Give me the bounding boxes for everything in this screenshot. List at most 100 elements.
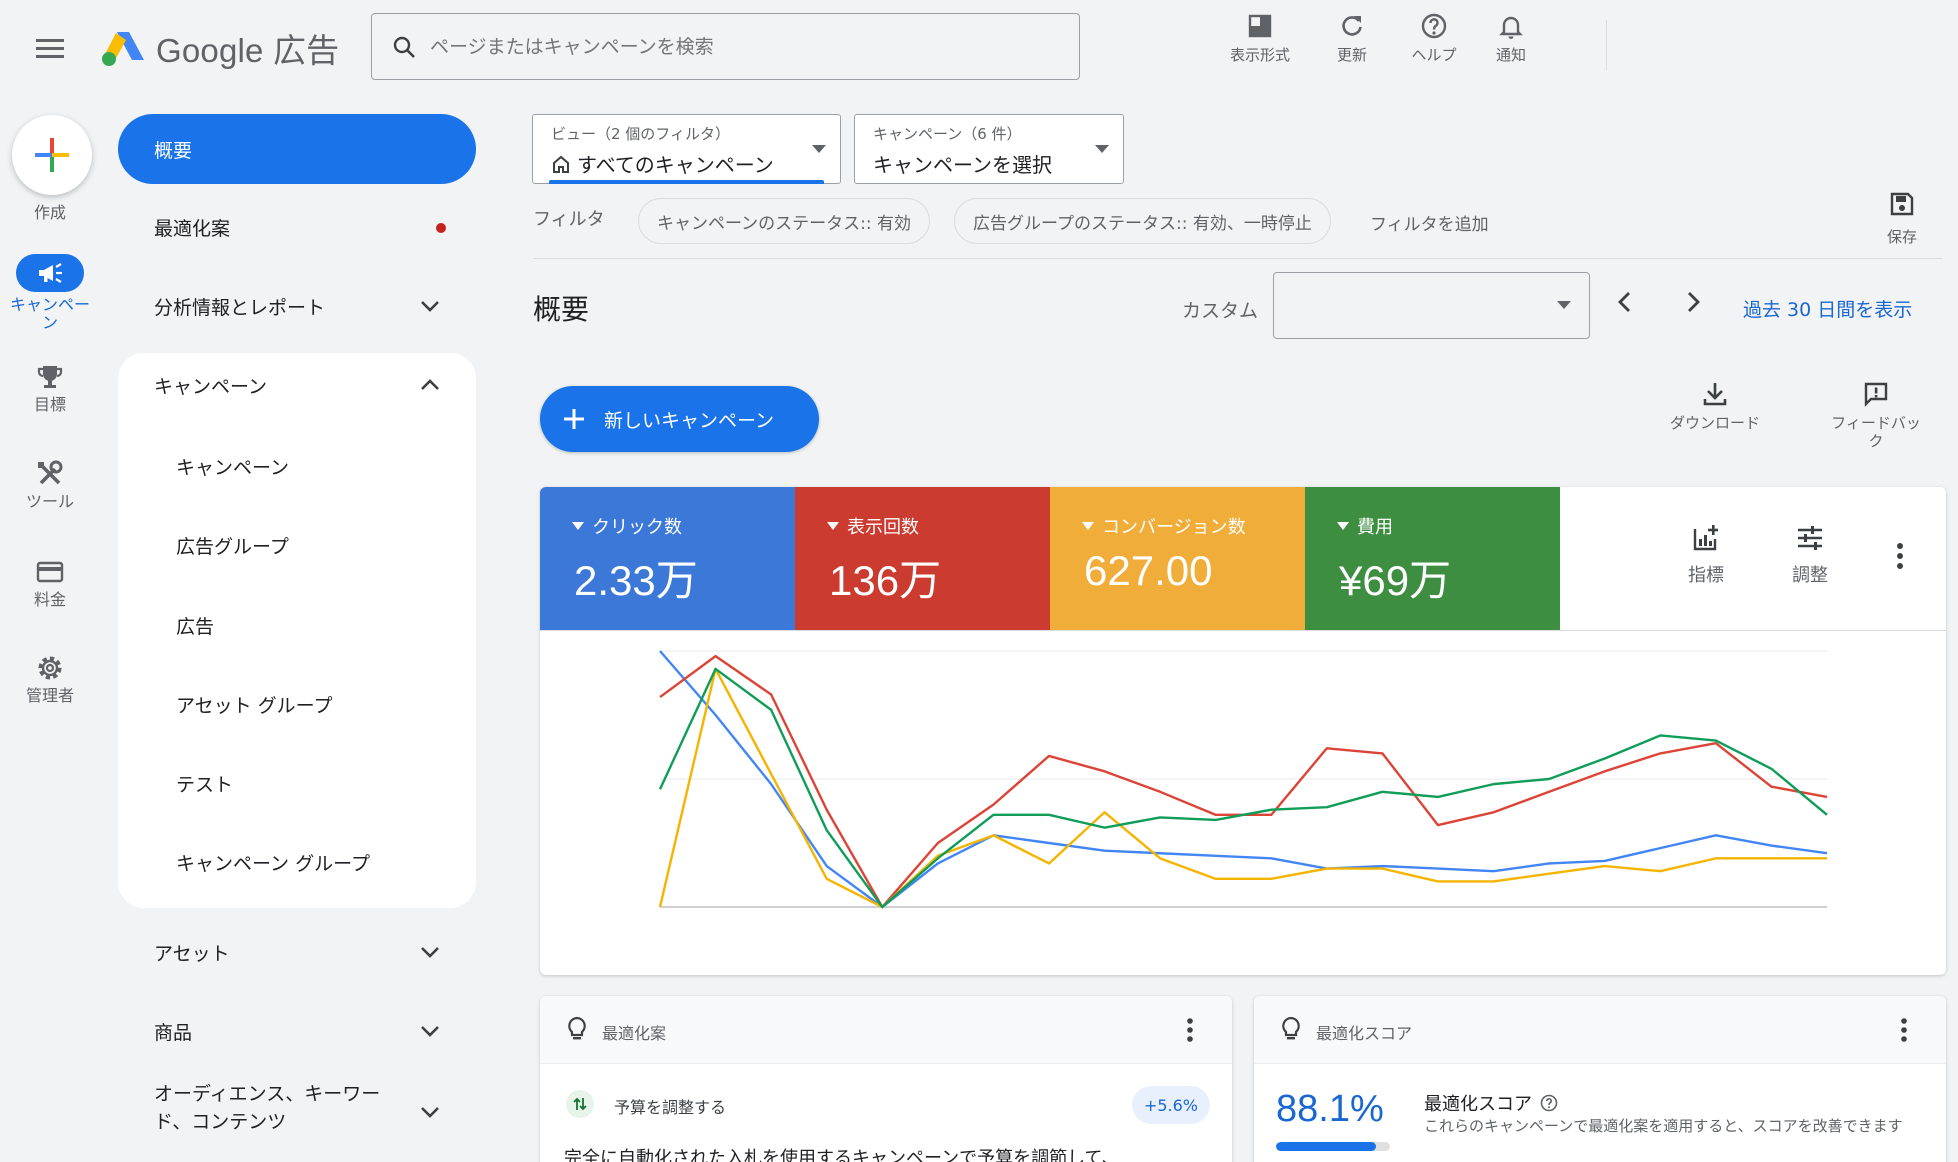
rail-item-campaigns[interactable]: キャンペーン <box>0 254 100 332</box>
page-title: 概要 <box>533 293 590 326</box>
rail-label-goals: 目標 <box>33 395 66 414</box>
download-button[interactable]: ダウンロード <box>1658 380 1772 432</box>
chart-adjust-label: 調整 <box>1792 565 1828 586</box>
campaign-dropdown-label: キャンペーン（6 件） <box>873 125 1022 143</box>
filter-chip-adgroup-status[interactable]: 広告グループのステータス:: 有効、一時停止 <box>954 198 1331 244</box>
appearance-button[interactable]: 表示形式 <box>1218 12 1302 65</box>
save-view-button[interactable]: 保存 <box>1876 190 1928 247</box>
metric-impressions-label: 表示回数 <box>847 517 919 538</box>
notifications-button[interactable]: 通知 <box>1469 12 1553 65</box>
sidenav-sub-asset-groups[interactable]: アセット グループ <box>176 691 333 718</box>
dropdown-arrow-icon <box>1557 301 1571 309</box>
metric-conversions-label: コンバージョン数 <box>1102 517 1246 538</box>
chart-adjust-button[interactable]: 調整 <box>1792 523 1828 587</box>
help-outline-icon[interactable] <box>1540 1094 1558 1112</box>
sidenav-item-assets[interactable]: アセット <box>118 922 476 982</box>
refresh-button[interactable]: 更新 <box>1310 12 1394 65</box>
caret-down-icon <box>1337 522 1349 530</box>
download-label: ダウンロード <box>1669 414 1760 432</box>
main-menu-button[interactable] <box>30 30 70 66</box>
filter-chip-campaign-status[interactable]: キャンペーンのステータス:: 有効 <box>638 198 931 244</box>
metric-cost-value: ¥69万 <box>1339 557 1452 604</box>
google-ads-logo[interactable]: Google 広告 <box>100 24 339 72</box>
appearance-label: 表示形式 <box>1229 46 1290 64</box>
sidenav-item-campaigns-group[interactable]: キャンペーン <box>118 355 476 415</box>
chevron-down-icon <box>421 947 439 958</box>
megaphone-icon <box>39 263 62 283</box>
sidenav-recommendations-label: 最適化案 <box>154 217 231 240</box>
recommendations-card-title: 最適化案 <box>602 1024 667 1043</box>
feedback-button[interactable]: フィードバック <box>1820 380 1932 450</box>
download-icon <box>1703 383 1727 406</box>
swap-vertical-icon <box>573 1097 587 1111</box>
more-vert-icon[interactable] <box>1900 1018 1908 1042</box>
metric-impressions-value: 136万 <box>829 557 942 604</box>
bell-icon <box>1499 16 1523 39</box>
recommendations-alert-dot <box>436 223 446 233</box>
metric-cost-label: 費用 <box>1357 517 1393 538</box>
view-dropdown[interactable]: ビュー（2 個のフィルタ） すべてのキャンペーン <box>532 114 841 184</box>
rail-item-goals[interactable]: 目標 <box>0 362 100 414</box>
campaign-dropdown[interactable]: キャンペーン（6 件） キャンペーンを選択 <box>854 114 1124 184</box>
sidenav-products-label: 商品 <box>154 1021 193 1044</box>
rail-item-tools[interactable]: ツール <box>0 459 100 511</box>
sidenav-item-recommendations[interactable]: 最適化案 <box>118 197 476 257</box>
optimization-score-track <box>1276 1142 1390 1151</box>
new-campaign-button[interactable]: 新しいキャンペーン <box>540 386 819 452</box>
chart-metrics-button[interactable]: 指標 <box>1688 523 1724 587</box>
sidenav-sub-ads[interactable]: 広告 <box>176 612 214 639</box>
search-input[interactable] <box>430 35 1030 58</box>
add-filter-button[interactable]: フィルタを追加 <box>1370 210 1489 235</box>
add-chart-icon <box>1693 525 1718 551</box>
sidenav-sub-campaigns[interactable]: キャンペーン <box>176 453 289 480</box>
recommendations-card-header: 最適化案 <box>540 996 1232 1064</box>
date-range-dropdown[interactable] <box>1273 272 1590 339</box>
sidenav-sub-campaign-groups[interactable]: キャンペーン グループ <box>176 849 370 876</box>
plus-multicolor-icon <box>35 138 69 172</box>
metric-clicks-value: 2.33万 <box>574 557 698 604</box>
metric-conversions[interactable]: コンバージョン数 627.00 <box>1050 487 1305 630</box>
recommendation-item-title[interactable]: 予算を調整する <box>614 1094 726 1118</box>
view-dropdown-value: すべてのキャンペーン <box>577 153 774 177</box>
view-dropdown-underline <box>549 180 824 184</box>
sidenav-item-audiences[interactable]: オーディエンス、キーワード、コンテンツ <box>118 1080 476 1144</box>
credit-card-icon <box>36 561 64 583</box>
rail-item-billing[interactable]: 料金 <box>0 557 100 609</box>
sidenav-item-products[interactable]: 商品 <box>118 1001 476 1061</box>
chart-metrics-label: 指標 <box>1688 565 1724 586</box>
header-divider <box>1606 20 1607 70</box>
rail-item-admin[interactable]: 管理者 <box>0 653 100 705</box>
filter-divider <box>533 258 1943 259</box>
save-label: 保存 <box>1886 228 1917 246</box>
previous-period-icon[interactable] <box>1615 290 1635 314</box>
sidenav-item-insights[interactable]: 分析情報とレポート <box>118 276 476 336</box>
create-button[interactable] <box>12 115 92 195</box>
sidenav-assets-label: アセット <box>154 942 230 965</box>
sidenav-item-overview[interactable]: 概要 <box>118 114 476 184</box>
more-vert-icon[interactable] <box>1186 1018 1194 1042</box>
trophy-icon <box>37 366 63 388</box>
save-icon <box>1890 192 1914 216</box>
feedback-icon <box>1864 382 1888 407</box>
caret-down-icon <box>1082 522 1094 530</box>
performance-line-chart <box>658 650 1828 909</box>
hamburger-icon <box>36 39 64 58</box>
campaign-dropdown-value: キャンペーンを選択 <box>873 153 1052 177</box>
next-period-icon[interactable] <box>1683 290 1703 314</box>
recommendations-card: 最適化案 予算を調整する +5.6% 完全に自動化された入札を使用するキャンペー… <box>540 996 1232 1162</box>
sidenav-sub-ad-groups[interactable]: 広告グループ <box>176 532 289 559</box>
search-box[interactable] <box>371 13 1080 80</box>
budget-icon-badge <box>566 1090 594 1118</box>
metric-clicks[interactable]: クリック数 2.33万 <box>540 487 795 630</box>
more-vert-icon[interactable] <box>1896 543 1904 569</box>
help-button[interactable]: ヘルプ <box>1392 12 1476 65</box>
sidenav-sub-experiments[interactable]: テスト <box>176 770 233 797</box>
chevron-down-icon <box>421 301 439 312</box>
last-30-days-link[interactable]: 過去 30 日間を表示 <box>1743 295 1912 322</box>
metric-impressions[interactable]: 表示回数 136万 <box>795 487 1050 630</box>
optimization-score-description: これらのキャンペーンで最適化案を適用すると、スコアを改善できます <box>1424 1117 1903 1135</box>
home-icon <box>553 155 569 173</box>
help-label: ヘルプ <box>1411 46 1457 64</box>
recommendation-uplift-badge: +5.6% <box>1131 1086 1210 1124</box>
metric-cost[interactable]: 費用 ¥69万 <box>1305 487 1560 630</box>
